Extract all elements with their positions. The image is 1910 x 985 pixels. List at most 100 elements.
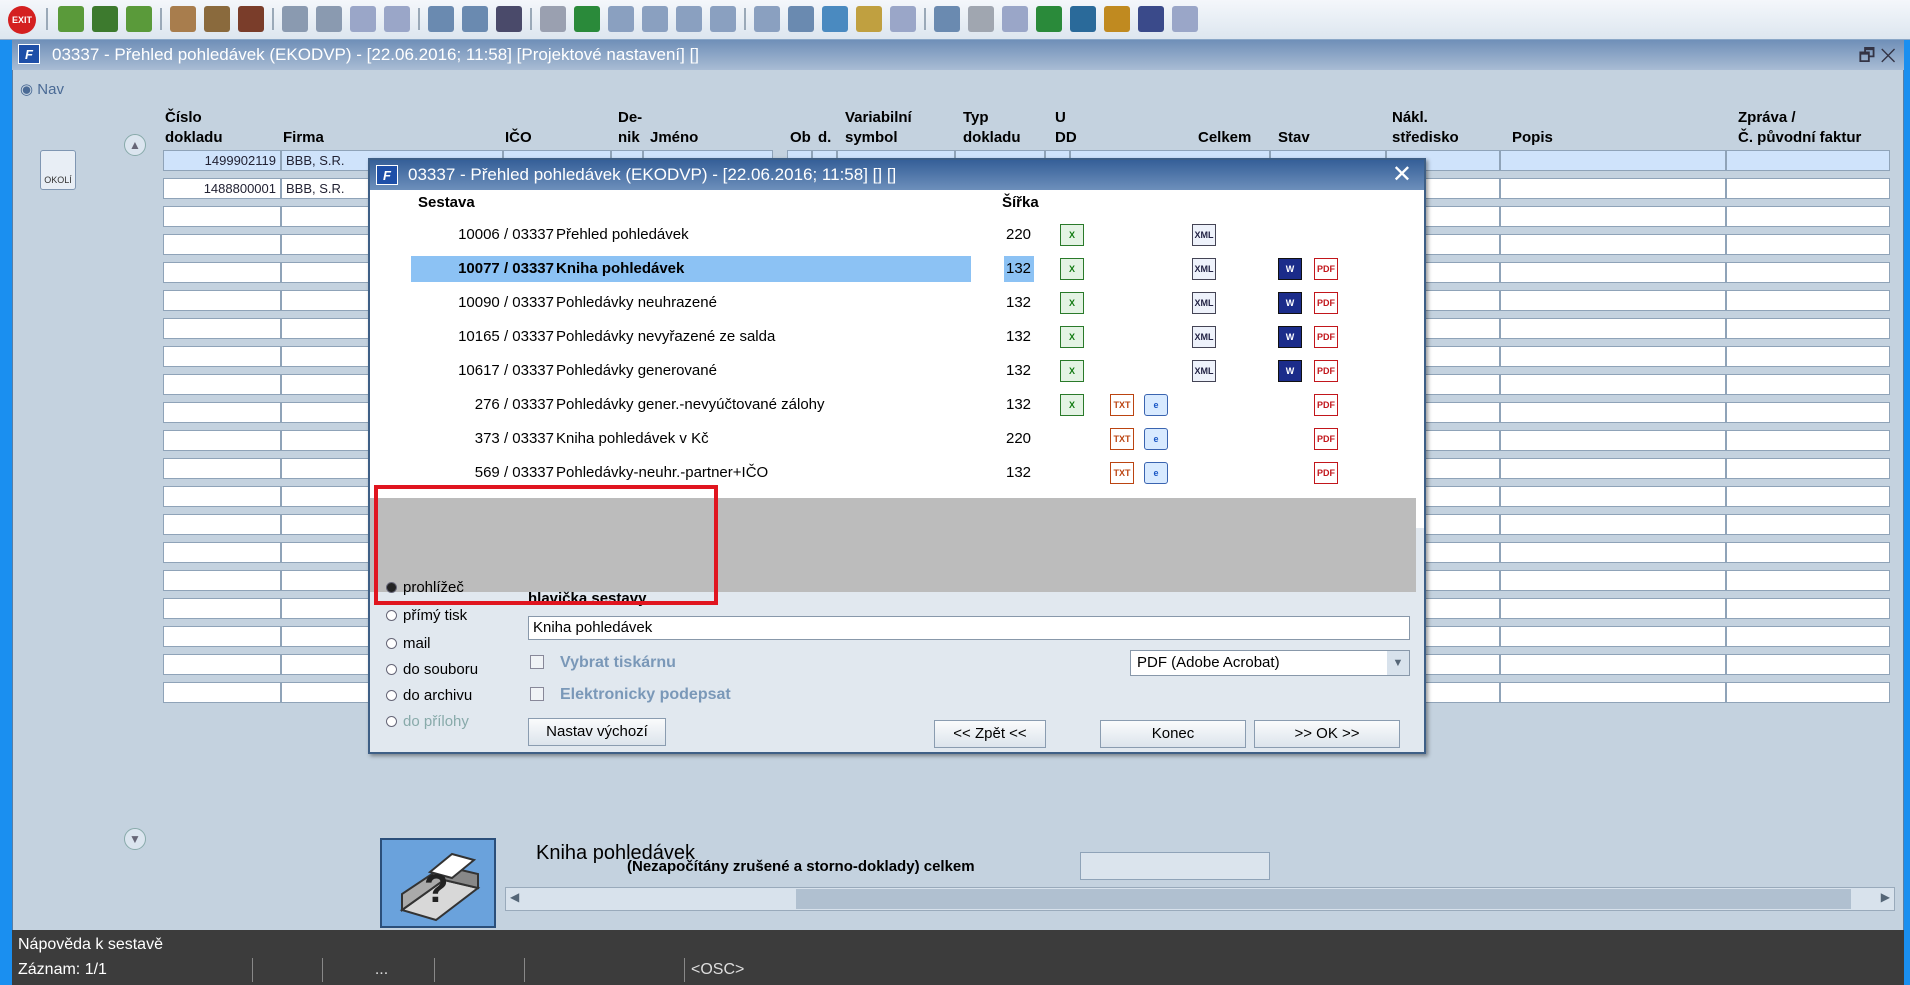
- grid-cell[interactable]: [1500, 542, 1726, 563]
- doc-export-icon[interactable]: W: [1278, 360, 1302, 382]
- grid-cell[interactable]: [1726, 234, 1890, 255]
- xls-export-icon[interactable]: X: [1060, 394, 1084, 416]
- search-icon[interactable]: [350, 6, 376, 32]
- grid-cell[interactable]: [1500, 458, 1726, 479]
- grid-cell[interactable]: [163, 290, 281, 311]
- pdf-export-icon[interactable]: PDF: [1314, 394, 1338, 416]
- grid-cell[interactable]: [163, 682, 281, 703]
- grid-cell[interactable]: [1500, 234, 1726, 255]
- okoli-button[interactable]: OKOLÍ: [40, 150, 76, 190]
- xml-export-icon[interactable]: XML: [1192, 360, 1216, 382]
- web-export-icon[interactable]: e: [1144, 462, 1168, 484]
- horizontal-scrollbar[interactable]: ◀ ▶: [505, 887, 1895, 911]
- grid-cell[interactable]: [163, 542, 281, 563]
- grid-cell[interactable]: [1500, 598, 1726, 619]
- paste-icon[interactable]: [204, 6, 230, 32]
- grid-cell[interactable]: [163, 206, 281, 227]
- grid-cell[interactable]: 1488800001: [163, 178, 281, 199]
- txt-export-icon[interactable]: TXT: [1110, 428, 1134, 450]
- grid-cell[interactable]: [1500, 290, 1726, 311]
- grid-cell[interactable]: [163, 374, 281, 395]
- scroll-left-icon[interactable]: ◀: [510, 890, 519, 904]
- grid-cell[interactable]: [163, 486, 281, 507]
- grid-cell[interactable]: [1726, 262, 1890, 283]
- exit-button[interactable]: EXIT: [8, 6, 36, 34]
- doc-export-icon[interactable]: W: [1278, 326, 1302, 348]
- doc-export-icon[interactable]: W: [1278, 292, 1302, 314]
- grid-cell[interactable]: [1500, 346, 1726, 367]
- add-record-icon[interactable]: [92, 6, 118, 32]
- radio-dot[interactable]: [386, 610, 397, 621]
- report-row[interactable]: 10090 / 03337 Pohledávky neuhrazené 132 X XM…: [370, 286, 1424, 320]
- txt-export-icon[interactable]: TXT: [1110, 462, 1134, 484]
- save-icon[interactable]: [788, 6, 814, 32]
- grid-cell[interactable]: [1726, 514, 1890, 535]
- end-button[interactable]: Konec: [1100, 720, 1246, 748]
- paste-doc-icon[interactable]: [608, 6, 634, 32]
- grid-cell[interactable]: [1726, 542, 1890, 563]
- info-icon[interactable]: [1172, 6, 1198, 32]
- grid-cell[interactable]: [1726, 178, 1890, 199]
- pdf-export-icon[interactable]: PDF: [1314, 360, 1338, 382]
- grid-cell[interactable]: [163, 234, 281, 255]
- pdf-export-icon[interactable]: PDF: [1314, 428, 1338, 450]
- window-controls[interactable]: 🗗 ✕: [1859, 40, 1896, 70]
- chevron-down-icon[interactable]: ▼: [1387, 651, 1409, 675]
- grid-cell[interactable]: [163, 262, 281, 283]
- grid-cell[interactable]: [163, 430, 281, 451]
- radio-dot[interactable]: [386, 664, 397, 675]
- xml-export-icon[interactable]: XML: [1192, 326, 1216, 348]
- grid-cell[interactable]: [1500, 486, 1726, 507]
- settings-icon[interactable]: [856, 6, 882, 32]
- scroll-thumb[interactable]: [796, 889, 1851, 909]
- window-icon[interactable]: [934, 6, 960, 32]
- scroll-up-button[interactable]: ▲: [124, 134, 146, 156]
- scroll-down-button[interactable]: ▼: [124, 828, 146, 850]
- grid-cell[interactable]: [1726, 626, 1890, 647]
- grid-cell[interactable]: [163, 346, 281, 367]
- radio-dot[interactable]: [386, 638, 397, 649]
- grid-cell[interactable]: [1726, 374, 1890, 395]
- grid-cell[interactable]: [1726, 318, 1890, 339]
- grid-cell[interactable]: [1500, 262, 1726, 283]
- grid-cell[interactable]: [1500, 374, 1726, 395]
- grid-cell[interactable]: [1726, 486, 1890, 507]
- calculator-icon[interactable]: [1070, 6, 1096, 32]
- grid-cell[interactable]: [1726, 402, 1890, 423]
- clipboard-icon[interactable]: [642, 6, 668, 32]
- xls-export-icon[interactable]: X: [1060, 360, 1084, 382]
- grid-cell[interactable]: 1499902119: [163, 150, 281, 171]
- grid-cell[interactable]: [1726, 206, 1890, 227]
- grid-cell[interactable]: [1726, 430, 1890, 451]
- xls-export-icon[interactable]: X: [1060, 258, 1084, 280]
- grid-cell[interactable]: [1500, 178, 1726, 199]
- excel-icon[interactable]: [1036, 6, 1062, 32]
- report-row[interactable]: 10617 / 03337 Pohledávky generované 132 X XM…: [370, 354, 1424, 388]
- grid-cell[interactable]: [163, 626, 281, 647]
- help-icon[interactable]: [1104, 6, 1130, 32]
- grid-cell[interactable]: [163, 598, 281, 619]
- cut-record-icon[interactable]: [238, 6, 264, 32]
- header-input[interactable]: Kniha pohledávek: [528, 616, 1410, 640]
- scroll-right-icon[interactable]: ▶: [1881, 890, 1890, 904]
- pdf-export-icon[interactable]: PDF: [1314, 326, 1338, 348]
- grid-cell[interactable]: [1726, 570, 1890, 591]
- grid-cell[interactable]: [1726, 290, 1890, 311]
- grid-cell[interactable]: [163, 458, 281, 479]
- sort-desc-icon[interactable]: [316, 6, 342, 32]
- print-preview-icon[interactable]: [462, 6, 488, 32]
- new-record-icon[interactable]: [58, 6, 84, 32]
- grid-cell[interactable]: [1500, 402, 1726, 423]
- xml-export-icon[interactable]: XML: [1192, 292, 1216, 314]
- ok-button[interactable]: >> OK >>: [1254, 720, 1400, 748]
- copy-doc-icon[interactable]: [574, 6, 600, 32]
- select-printer-checkbox[interactable]: Vybrat tiskárnu: [530, 654, 676, 672]
- grid-cell[interactable]: [163, 402, 281, 423]
- checkbox-box[interactable]: [530, 687, 544, 701]
- report-row[interactable]: 10165 / 03337 Pohledávky nevyřazené ze sa…: [370, 320, 1424, 354]
- grid-cell[interactable]: [163, 654, 281, 675]
- xml-export-icon[interactable]: XML: [1192, 258, 1216, 280]
- grid-cell[interactable]: [1726, 458, 1890, 479]
- tree-icon[interactable]: [710, 6, 736, 32]
- output-radio[interactable]: mail: [386, 634, 431, 654]
